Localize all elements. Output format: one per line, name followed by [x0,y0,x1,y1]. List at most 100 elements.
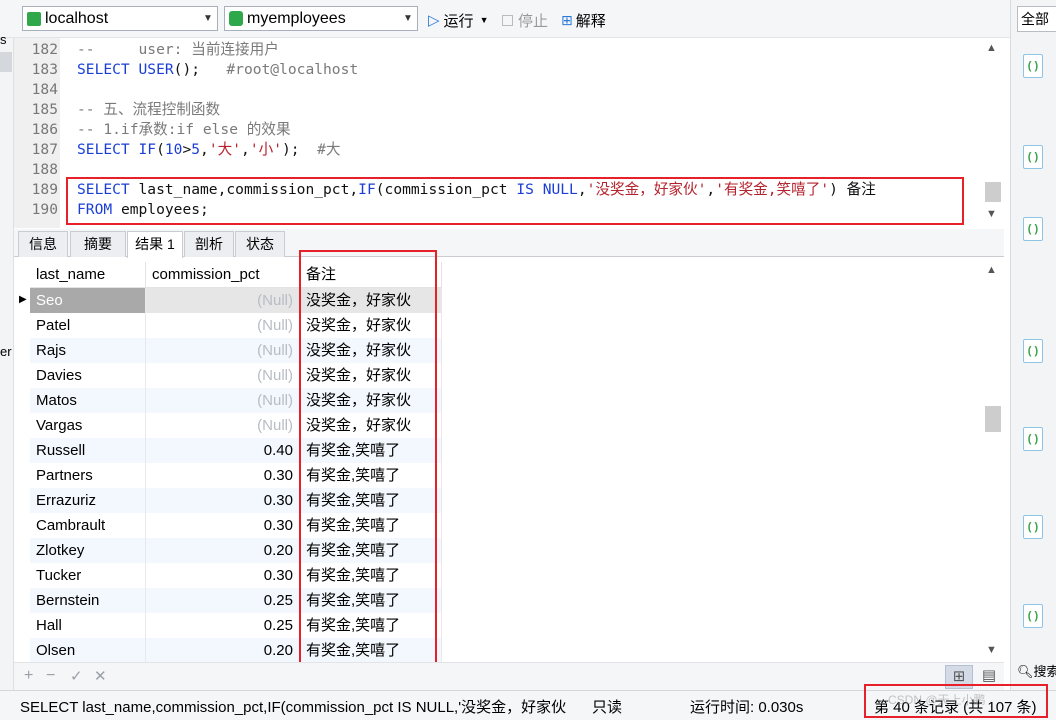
line-number: 190 [31,201,58,218]
chevron-down-icon: ▼ [203,13,213,24]
nav-selection [0,52,12,72]
line-number: 182 [31,41,58,58]
line-number: 186 [31,121,58,138]
snippet-icon[interactable]: ( ) [1023,217,1043,241]
cell-commission-pct[interactable]: 0.30 [146,563,300,588]
code-line[interactable]: 187 SELECT IF(10>5,'大','小'); #大 [14,140,982,160]
code-token: SELECT IF [77,141,157,158]
apply-changes-icon[interactable]: ✓ [70,667,83,685]
panel-search-label: 搜索 [1033,664,1056,679]
code-text: -- user: 当前连接用户 [77,40,279,60]
snippet-icon[interactable]: ( ) [1023,339,1043,363]
cell-last-name[interactable]: Olsen [30,638,146,662]
scroll-down-icon[interactable]: ▼ [986,208,997,220]
tab-profile[interactable]: 剖析 [184,231,234,257]
cell-last-name[interactable]: Davies [30,363,146,388]
code-token: #大 [317,141,341,158]
cell-last-name[interactable]: Hall [30,613,146,638]
database-select[interactable]: myemployees ▼ [224,6,418,31]
nav-fragment: er [0,344,12,359]
editor-scrollbar[interactable]: ▲ ▼ [982,38,1004,228]
code-token: 10 [164,141,183,158]
run-label: 运行 [443,12,474,30]
remark-column-highlight-box [299,250,437,668]
database-label: myemployees [247,9,346,27]
snippet-icon[interactable]: ( ) [1023,427,1043,451]
cell-last-name[interactable]: Russell [30,438,146,463]
cell-commission-pct[interactable]: (Null) [146,413,300,438]
cell-last-name[interactable]: Vargas [30,413,146,438]
scroll-thumb[interactable] [985,406,1001,432]
cell-commission-pct[interactable]: (Null) [146,338,300,363]
code-token: 5 [191,141,201,158]
column-header-commission-pct[interactable]: commission_pct [146,262,300,288]
scroll-up-icon[interactable]: ▲ [986,264,997,276]
snippet-icon[interactable]: ( ) [1023,515,1043,539]
cell-commission-pct[interactable]: 0.25 [146,613,300,638]
code-token: '小' [249,141,282,158]
explain-button[interactable]: ⊞ 解释 [561,10,606,30]
line-number: 185 [31,101,58,118]
grid-scrollbar[interactable]: ▲ ▼ [982,258,1004,662]
tab-info[interactable]: 信息 [18,231,68,257]
delete-record-icon[interactable]: − [46,667,55,685]
cell-last-name[interactable]: Rajs [30,338,146,363]
database-icon [229,11,243,26]
cell-commission-pct[interactable]: 0.20 [146,638,300,662]
scroll-thumb[interactable] [985,182,1001,202]
cell-last-name[interactable]: Tucker [30,563,146,588]
code-line[interactable]: 184 [14,80,982,100]
cell-commission-pct[interactable]: (Null) [146,313,300,338]
cell-commission-pct[interactable]: (Null) [146,363,300,388]
cell-commission-pct[interactable]: 0.20 [146,538,300,563]
tab-status[interactable]: 状态 [235,231,285,257]
status-readonly: 只读 [592,699,623,716]
cell-commission-pct[interactable]: (Null) [146,288,300,313]
discard-changes-icon[interactable]: ✕ [94,667,107,685]
cell-last-name[interactable]: Cambrault [30,513,146,538]
tab-result-1[interactable]: 结果 1 [127,231,183,258]
cell-last-name[interactable]: Partners [30,463,146,488]
cell-last-name[interactable]: Matos [30,388,146,413]
cell-last-name[interactable]: Errazuriz [30,488,146,513]
run-button[interactable]: ▷ 运行 ▼ [428,10,488,30]
tab-summary[interactable]: 摘要 [70,231,126,257]
panel-search[interactable]: 🔍︎搜索 [1017,661,1056,680]
column-header-last-name[interactable]: last_name [30,262,146,288]
scroll-down-icon[interactable]: ▼ [986,644,997,656]
chevron-down-icon: ▼ [403,13,413,24]
connection-select[interactable]: localhost ▼ [22,6,218,31]
line-number: 184 [31,81,58,98]
object-info-panel: 全部 ( ) ( ) ( ) ( ) ( ) ( ) ( ) 🔍︎搜索 [1010,0,1056,720]
cell-commission-pct[interactable]: 0.40 [146,438,300,463]
cell-last-name[interactable]: Zlotkey [30,538,146,563]
cell-last-name[interactable]: Seo [30,288,146,313]
cell-commission-pct[interactable]: (Null) [146,388,300,413]
snippet-icon[interactable]: ( ) [1023,604,1043,628]
cell-commission-pct[interactable]: 0.30 [146,513,300,538]
cell-commission-pct[interactable]: 0.30 [146,463,300,488]
stop-button[interactable]: 停止 [502,10,548,30]
panel-filter-select[interactable]: 全部 [1017,6,1056,32]
code-token: -- 1.if承数:if else 的效果 [77,121,291,138]
cell-last-name[interactable]: Bernstein [30,588,146,613]
code-token: , [241,141,250,158]
code-line[interactable]: 183 SELECT USER(); #root@localhost [14,60,982,80]
cell-last-name[interactable]: Patel [30,313,146,338]
cell-commission-pct[interactable]: 0.30 [146,488,300,513]
code-line[interactable]: 182 -- user: 当前连接用户 [14,40,982,60]
code-token: (); [173,61,227,78]
code-text: SELECT USER(); #root@localhost [77,60,358,80]
navigator-strip: s er [0,32,14,690]
stop-icon [502,14,513,26]
code-line[interactable]: 185 -- 五、流程控制函数 [14,100,982,120]
add-record-icon[interactable]: + [24,667,33,685]
cell-commission-pct[interactable]: 0.25 [146,588,300,613]
connection-label: localhost [45,9,109,27]
snippet-icon[interactable]: ( ) [1023,145,1043,169]
scroll-up-icon[interactable]: ▲ [986,42,997,54]
search-icon: 🔍︎ [1017,664,1034,679]
code-line[interactable]: 186 -- 1.if承数:if else 的效果 [14,120,982,140]
line-number: 183 [31,61,58,78]
snippet-icon[interactable]: ( ) [1023,54,1043,78]
